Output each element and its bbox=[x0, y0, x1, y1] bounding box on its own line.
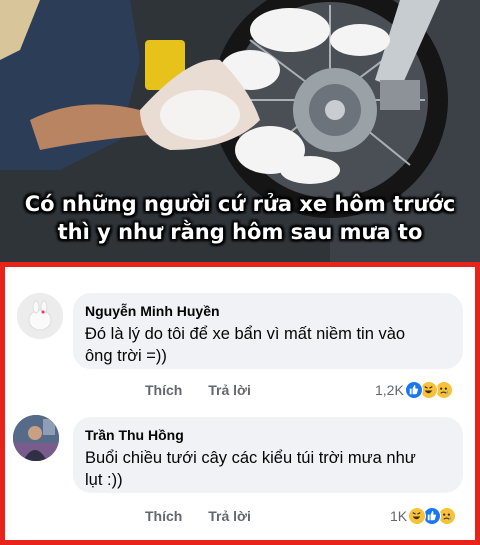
comment-bubble: Trần Thu Hồng Buổi chiều tưới cây các ki… bbox=[73, 417, 463, 493]
reaction-count: 1,2K bbox=[375, 382, 404, 398]
comment-author[interactable]: Nguyễn Minh Huyền bbox=[85, 302, 451, 320]
comment-text-line: lụt :)) bbox=[85, 471, 123, 489]
meme-photo: Có những người cứ rửa xe hôm trước thì y… bbox=[0, 0, 480, 262]
comment-author[interactable]: Trần Thu Hồng bbox=[85, 426, 451, 444]
comment-text: Đó là lý do tôi để xe bẩn vì mất niềm ti… bbox=[85, 323, 451, 367]
comment-actions: Thích Trả lời bbox=[145, 382, 273, 398]
meme-caption: Có những người cứ rửa xe hôm trước thì y… bbox=[0, 190, 480, 246]
haha-icon bbox=[408, 507, 427, 525]
comment-text-line: ông trời =)) bbox=[85, 347, 167, 365]
like-icon bbox=[404, 381, 423, 399]
like-button[interactable]: Thích bbox=[145, 508, 182, 524]
reaction-summary[interactable]: 1,2K bbox=[375, 381, 453, 399]
comment-text-line: Buổi chiều tưới cây các kiểu túi trời mư… bbox=[85, 449, 416, 467]
comment-bubble: Nguyễn Minh Huyền Đó là lý do tôi để xe … bbox=[73, 293, 463, 369]
caption-line-1: Có những người cứ rửa xe hôm trước bbox=[24, 192, 456, 216]
comments-panel: Nguyễn Minh Huyền Đó là lý do tôi để xe … bbox=[0, 262, 480, 545]
comment-text: Buổi chiều tưới cây các kiểu túi trời mư… bbox=[85, 447, 451, 491]
avatar[interactable] bbox=[13, 415, 59, 461]
reaction-count: 1K bbox=[390, 508, 408, 524]
comment-text-line: Đó là lý do tôi để xe bẩn vì mất niềm ti… bbox=[85, 325, 406, 343]
reply-button[interactable]: Trả lời bbox=[208, 382, 251, 398]
caption-line-2: thì y như rằng hôm sau mưa to bbox=[57, 220, 423, 244]
reaction-summary[interactable]: 1K bbox=[390, 507, 457, 525]
rabbit-avatar-icon bbox=[17, 293, 63, 339]
like-button[interactable]: Thích bbox=[145, 382, 182, 398]
comment-actions: Thích Trả lời bbox=[145, 508, 273, 524]
reply-button[interactable]: Trả lời bbox=[208, 508, 251, 524]
user-photo-icon bbox=[13, 415, 59, 461]
avatar[interactable] bbox=[17, 293, 63, 339]
